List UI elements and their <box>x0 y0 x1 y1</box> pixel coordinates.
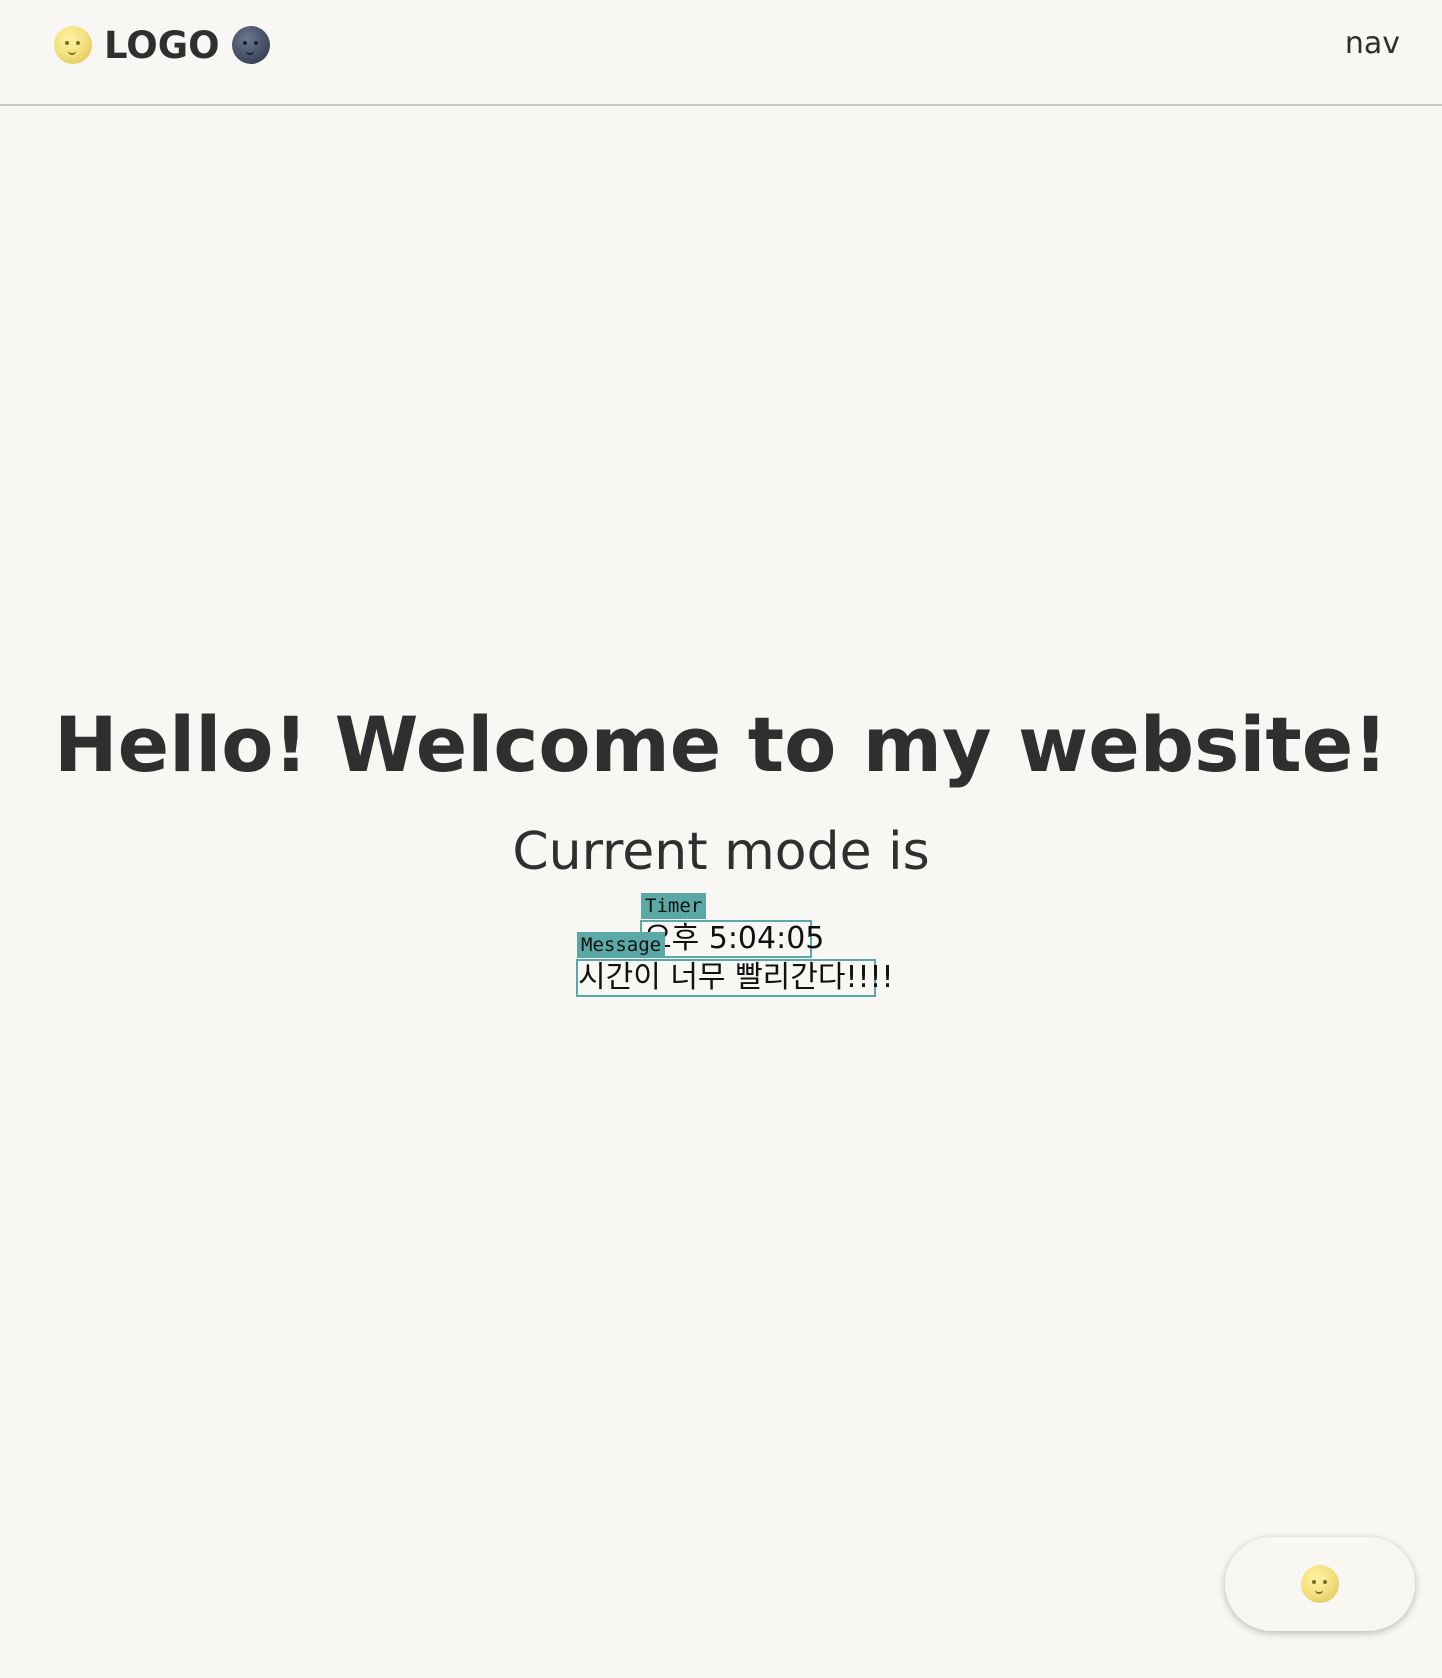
full-moon-face-icon <box>1301 1565 1339 1603</box>
logo[interactable]: LOGO <box>54 23 270 67</box>
timer-display: 오후 5:04:05 <box>640 920 824 958</box>
logo-text: LOGO <box>104 23 220 67</box>
current-mode-text: Current mode is <box>512 822 930 882</box>
site-header: LOGO nav <box>0 0 1442 106</box>
mode-toggle-button[interactable] <box>1225 1537 1415 1631</box>
message-display: 시간이 너무 빨리간다!!!! <box>576 959 894 997</box>
new-moon-face-icon <box>231 26 270 64</box>
timer-tag: Timer <box>641 893 707 919</box>
full-moon-face-icon <box>54 26 92 64</box>
nav-link[interactable]: nav <box>1345 26 1400 61</box>
page-title: Hello! Welcome to my website! <box>54 700 1388 789</box>
message-tag: Message <box>577 932 666 958</box>
